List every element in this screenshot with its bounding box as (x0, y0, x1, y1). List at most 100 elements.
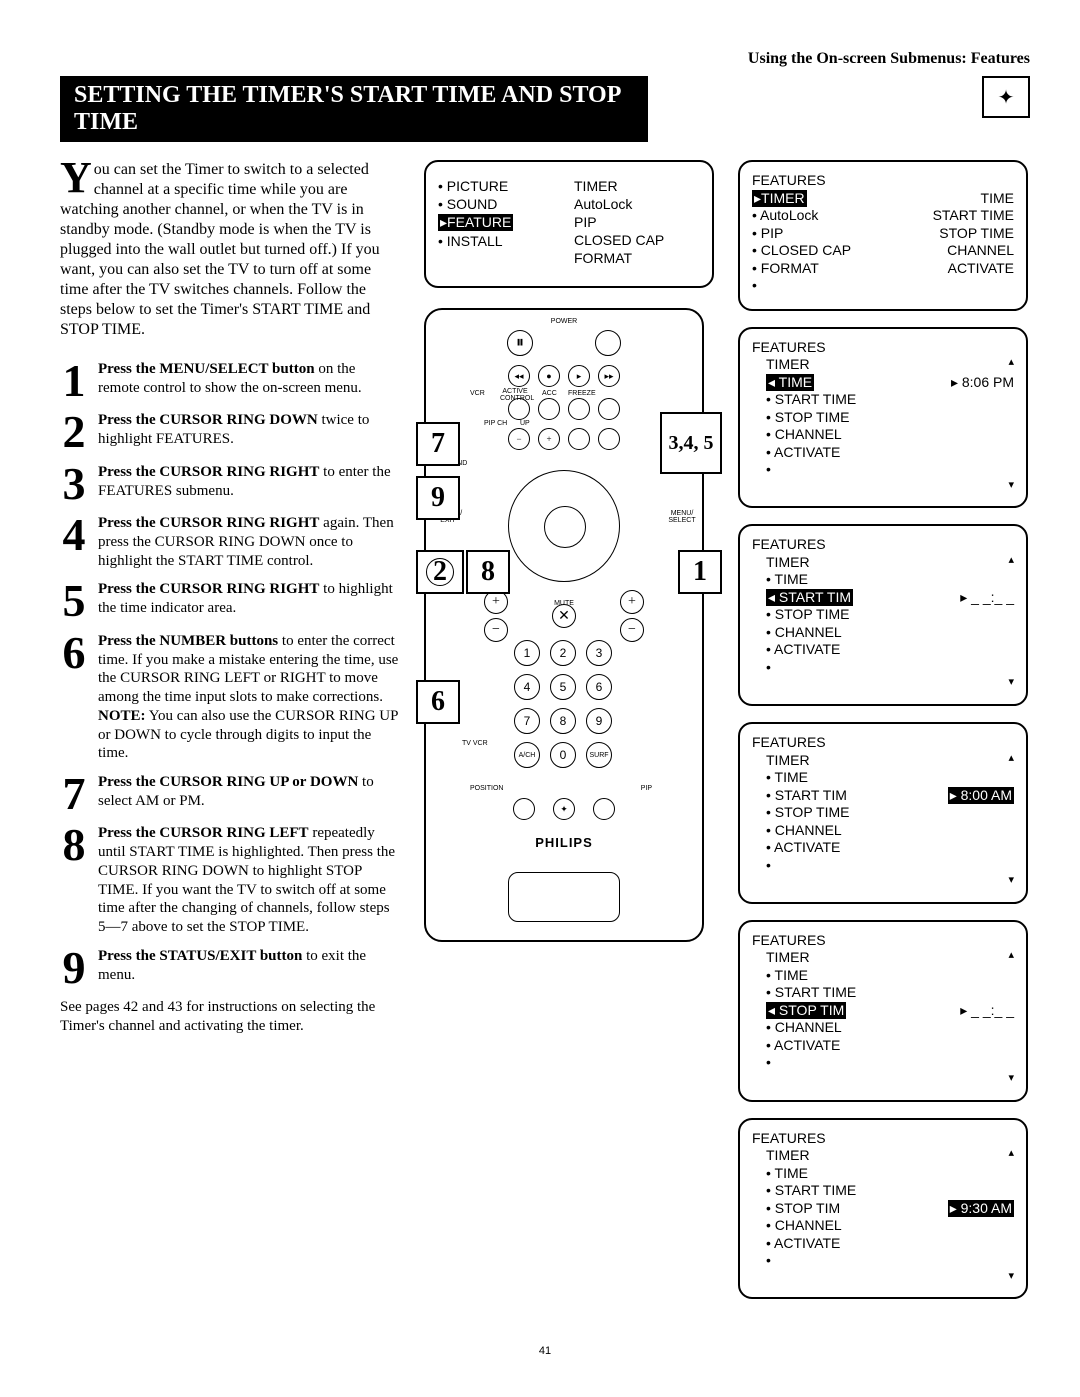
play-button[interactable]: ▸ (568, 365, 590, 387)
brand-label: PHILIPS (535, 835, 593, 850)
osd-subtitle: TIMER▴ (752, 554, 1014, 572)
menu-item: CLOSED CAP (574, 232, 700, 248)
main-menu-osd: • PICTURE • SOUND ▸FEATURE • INSTALL TIM… (424, 160, 714, 288)
remote-control-diagram: POWER ⏸ ◂◂ ● ▸ ▸▸ VCR (424, 308, 704, 942)
osd-row: • (752, 1252, 1014, 1270)
osd-row: • CHANNEL (752, 1019, 1014, 1037)
remote-bottom-panel (508, 872, 620, 922)
step-text: Press the MENU/SELECT button on the remo… (98, 360, 400, 401)
freeze-button[interactable] (598, 398, 620, 420)
acc-button[interactable] (568, 398, 590, 420)
osd-row: • (752, 857, 1014, 875)
mute-label: MUTE (554, 600, 574, 607)
forward-button[interactable]: ▸▸ (598, 365, 620, 387)
number-2-button[interactable]: 2 (550, 640, 576, 666)
pause-button[interactable]: ⏸ (507, 330, 533, 356)
osd-row: • CHANNEL (752, 822, 1014, 840)
tvvcr-label: TV VCR (462, 740, 488, 747)
osd-row: • TIME (752, 1165, 1014, 1183)
osd-title: FEATURES (752, 932, 1014, 950)
cursor-ring[interactable] (508, 470, 620, 582)
menu-item: PIP (574, 214, 700, 230)
menu-item: • INSTALL (438, 233, 564, 249)
surf-button[interactable]: SURF (586, 742, 612, 768)
section-title: SETTING THE TIMER'S START TIME AND STOP … (60, 76, 648, 142)
acc-label: ACC (542, 390, 557, 397)
position-label: POSITION (470, 785, 503, 792)
channel-up-button[interactable]: + (620, 590, 644, 614)
step-number: 6 (60, 632, 88, 763)
step-text: Press the CURSOR RING RIGHT to highlight… (98, 580, 400, 621)
step-number: 9 (60, 947, 88, 988)
active-label: ACTIVE CONTROL (500, 388, 530, 402)
number-7-button[interactable]: 7 (514, 708, 540, 734)
page-header: Using the On-screen Submenus: Features (60, 50, 1030, 68)
active-control-button[interactable] (538, 398, 560, 420)
ach-button[interactable]: A/CH (514, 742, 540, 768)
number-3-button[interactable]: 3 (586, 640, 612, 666)
power-button[interactable] (595, 330, 621, 356)
osd-row: • CHANNEL (752, 426, 1014, 444)
osd-row: • ACTIVATE (752, 444, 1014, 462)
mute-button[interactable]: ✕ (552, 604, 576, 628)
power-label: POWER (551, 318, 577, 325)
page-number: 41 (60, 1345, 1030, 1357)
osd-timer-screen: FEATURESTIMER▴• TIME• START TIME• STOP T… (738, 1118, 1028, 1300)
menu-item: TIMER (574, 178, 700, 194)
osd-subtitle: TIMER▴ (752, 752, 1014, 770)
osd-row: • ACTIVATE (752, 1235, 1014, 1253)
number-0-button[interactable]: 0 (550, 742, 576, 768)
osd-row: • STOP TIME (752, 606, 1014, 624)
callout-6: 6 (416, 680, 460, 724)
note-label: NOTE: (98, 708, 146, 724)
callout-345: 3,4, 5 (660, 412, 722, 474)
menu-item-highlighted: ▸FEATURE (438, 214, 564, 231)
number-4-button[interactable]: 4 (514, 674, 540, 700)
pip-button[interactable] (593, 798, 615, 820)
osd-row: ◂ START TIM▸ _ _:_ _ (752, 589, 1014, 607)
star-spark-icon: ✦ (982, 76, 1030, 118)
osd-subtitle: TIMER▴ (752, 356, 1014, 374)
blank-button[interactable] (598, 428, 620, 450)
osd-row: • (752, 1054, 1014, 1072)
blank-button[interactable] (568, 428, 590, 450)
menu-item: AutoLock (574, 196, 700, 212)
record-button[interactable]: ● (538, 365, 560, 387)
osd-title: FEATURES (752, 339, 1014, 357)
volume-down-button[interactable]: − (484, 618, 508, 642)
number-1-button[interactable]: 1 (514, 640, 540, 666)
number-8-button[interactable]: 8 (550, 708, 576, 734)
number-5-button[interactable]: 5 (550, 674, 576, 700)
osd-title: FEATURES (752, 1130, 1014, 1148)
osd-row: • ACTIVATE (752, 839, 1014, 857)
osd-row: • TIME (752, 967, 1014, 985)
pip-center-button[interactable]: ✦ (553, 798, 575, 820)
osd-timer-screen: FEATURESTIMER▴◂ TIME▸ 8:06 PM• START TIM… (738, 327, 1028, 509)
position-button[interactable] (513, 798, 535, 820)
intro-paragraph: You can set the Timer to switch to a sel… (60, 160, 400, 340)
step-number: 1 (60, 360, 88, 401)
menu-select-label: MENU/ SELECT (666, 510, 698, 524)
callout-9: 9 (416, 476, 460, 520)
step-number: 4 (60, 514, 88, 570)
osd-row: ◂ STOP TIM▸ _ _:_ _ (752, 1002, 1014, 1020)
callout-2: 2 (416, 550, 464, 594)
step-number: 3 (60, 463, 88, 504)
osd-title: FEATURES (752, 734, 1014, 752)
step-text: Press the CURSOR RING LEFT repeatedly un… (98, 824, 400, 937)
rewind-button[interactable]: ◂◂ (508, 365, 530, 387)
drop-cap: Y (60, 160, 94, 196)
step-text: Press the CURSOR RING RIGHT to enter the… (98, 463, 400, 504)
callout-7: 7 (416, 422, 460, 466)
pipch-down-button[interactable]: − (508, 428, 530, 450)
osd-row: • START TIME (752, 391, 1014, 409)
channel-down-button[interactable]: − (620, 618, 644, 642)
menu-item: • SOUND (438, 196, 564, 212)
osd-timer-screen: FEATURESTIMER▴• TIME◂ START TIM▸ _ _:_ _… (738, 524, 1028, 706)
number-6-button[interactable]: 6 (586, 674, 612, 700)
osd-row: • START TIM▸ 8:00 AM (752, 787, 1014, 805)
number-9-button[interactable]: 9 (586, 708, 612, 734)
vcr-label: VCR (470, 390, 485, 397)
osd-row: • START TIME (752, 984, 1014, 1002)
pipch-up-button[interactable]: + (538, 428, 560, 450)
